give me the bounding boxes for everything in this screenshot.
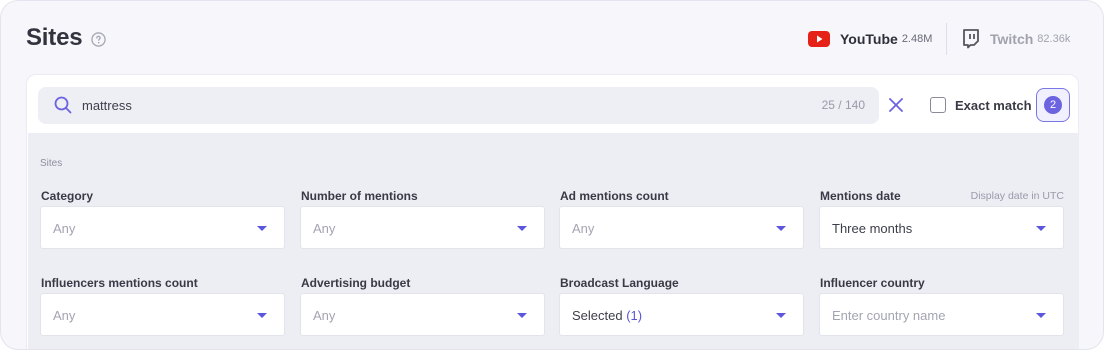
exact-match-checkbox[interactable]	[930, 97, 946, 113]
filters-toggle-button[interactable]: 2	[1036, 88, 1070, 122]
search-icon	[54, 96, 72, 114]
broadcast-language-select[interactable]: Selected (1)	[559, 293, 804, 336]
chevron-down-icon	[257, 226, 267, 231]
select-value: Selected (1)	[572, 308, 642, 323]
selected-count: (1)	[626, 308, 643, 323]
filter-label: Advertising budget	[301, 276, 411, 290]
filter-label: Influencers mentions count	[41, 276, 198, 290]
number-of-mentions-select[interactable]: Any	[300, 206, 545, 249]
help-icon[interactable]	[91, 32, 106, 47]
sites-page: Sites YouTube 2.48M Twitch 82.36k mattre…	[0, 0, 1104, 350]
chevron-down-icon	[257, 313, 267, 318]
mentions-date-select[interactable]: Three months	[819, 206, 1064, 249]
utc-note: Display date in UTC	[970, 190, 1064, 202]
select-value: Three months	[832, 221, 913, 236]
select-value: Any	[313, 221, 336, 236]
page-title: Sites	[26, 24, 83, 51]
influencer-country-input[interactable]: Enter country name	[819, 293, 1064, 336]
youtube-count: 2.48M	[901, 33, 933, 45]
filter-label: Mentions date	[820, 189, 901, 203]
search-value: mattress	[82, 98, 132, 113]
ad-mentions-count-select[interactable]: Any	[559, 206, 804, 249]
select-value: Any	[53, 221, 76, 236]
filter-label: Category	[41, 189, 94, 203]
active-filters-badge: 2	[1044, 96, 1062, 114]
select-placeholder: Enter country name	[832, 308, 946, 323]
chevron-down-icon	[1036, 313, 1046, 318]
influencers-mentions-count-select[interactable]: Any	[40, 293, 285, 336]
chevron-down-icon	[1036, 226, 1046, 231]
youtube-platform[interactable]: YouTube 2.48M	[808, 27, 932, 51]
page-header: Sites YouTube 2.48M Twitch 82.36k	[1, 1, 1103, 75]
search-character-counter: 25 / 140	[821, 98, 865, 112]
filter-label: Broadcast Language	[560, 276, 679, 290]
category-select[interactable]: Any	[40, 206, 285, 249]
chevron-down-icon	[517, 226, 527, 231]
clear-icon[interactable]	[888, 97, 904, 113]
search-input[interactable]: mattress 25 / 140	[38, 87, 879, 124]
twitch-count: 82.36k	[1037, 33, 1071, 45]
filter-label: Ad mentions count	[560, 189, 669, 203]
youtube-label: YouTube	[840, 31, 898, 47]
twitch-platform[interactable]: Twitch 82.36k	[962, 27, 1070, 51]
select-value: Any	[572, 221, 595, 236]
search-panel: mattress 25 / 140 Exact match 2 Sites Ca…	[26, 74, 1079, 349]
twitch-label: Twitch	[990, 31, 1034, 47]
filter-label: Influencer country	[820, 276, 925, 290]
chevron-down-icon	[776, 313, 786, 318]
chevron-down-icon	[776, 226, 786, 231]
filter-label: Number of mentions	[301, 189, 418, 203]
filters-area: Sites Category Any Number of mentions An…	[28, 133, 1079, 349]
header-divider	[946, 23, 947, 55]
section-label: Sites	[40, 158, 63, 169]
selected-text: Selected	[572, 308, 623, 323]
chevron-down-icon	[517, 313, 527, 318]
select-value: Any	[313, 308, 336, 323]
exact-match-label[interactable]: Exact match	[955, 98, 1032, 113]
youtube-icon	[808, 31, 830, 47]
select-value: Any	[53, 308, 76, 323]
advertising-budget-select[interactable]: Any	[300, 293, 545, 336]
twitch-icon	[963, 29, 979, 49]
